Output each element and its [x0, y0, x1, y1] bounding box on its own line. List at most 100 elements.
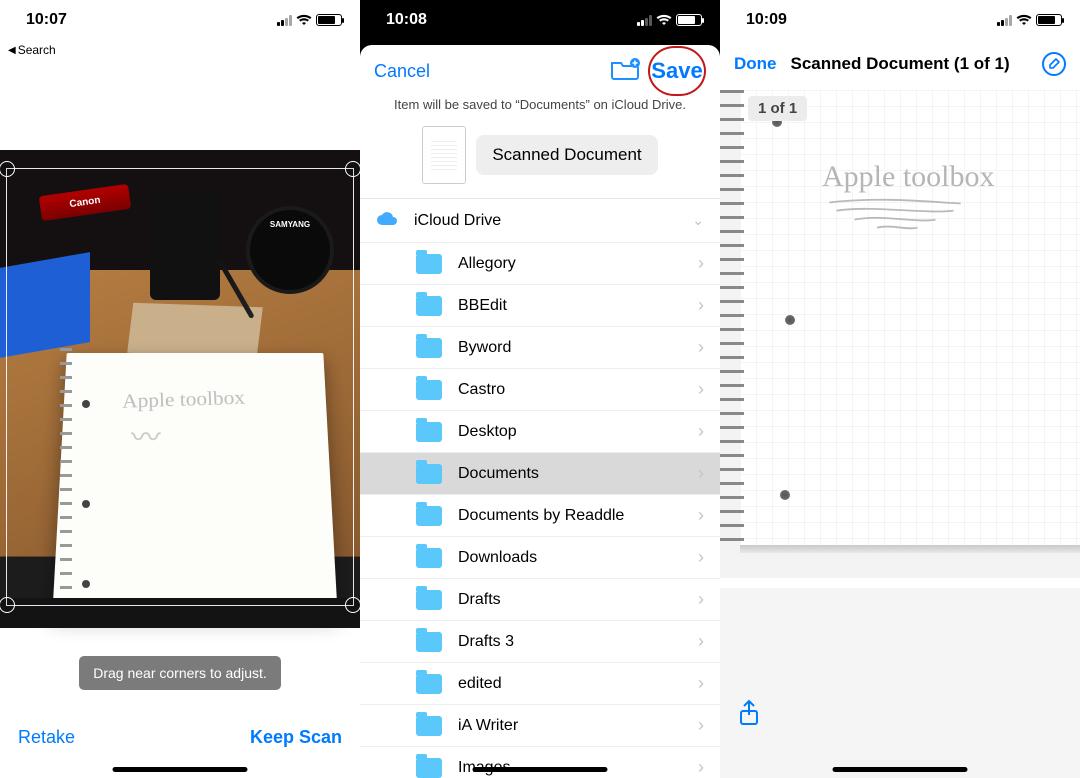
folder-icon [416, 380, 442, 400]
battery-icon [316, 14, 342, 26]
home-indicator[interactable] [833, 767, 968, 772]
crop-handle-tl[interactable] [0, 161, 15, 177]
folder-label: edited [458, 675, 682, 693]
icloud-drive-row[interactable]: iCloud Drive ⌄ [360, 199, 720, 243]
folder-label: Desktop [458, 423, 682, 441]
folder-row[interactable]: Documents by Readdle › [360, 495, 720, 537]
folder-icon [416, 506, 442, 526]
folder-row[interactable]: Downloads › [360, 537, 720, 579]
crop-frame[interactable] [6, 168, 354, 606]
folder-icon [416, 716, 442, 736]
folder-label: Byword [458, 339, 682, 357]
folder-icon [416, 590, 442, 610]
folder-icon [416, 296, 442, 316]
chevron-right-icon: › [698, 295, 704, 316]
chevron-right-icon: › [698, 421, 704, 442]
share-button[interactable] [738, 699, 760, 732]
chevron-right-icon: › [698, 547, 704, 568]
folder-icon [416, 758, 442, 778]
spiral-binding [720, 90, 744, 545]
battery-icon [676, 14, 702, 26]
folder-row[interactable]: Byword › [360, 327, 720, 369]
cellular-icon [637, 15, 652, 26]
chevron-right-icon: › [698, 463, 704, 484]
wifi-icon [296, 14, 312, 26]
page-indicator: 1 of 1 [748, 96, 807, 121]
folder-label: Documents by Readdle [458, 507, 682, 525]
save-location-subtitle: Item will be saved to “Documents” on iCl… [360, 97, 720, 120]
keep-scan-button[interactable]: Keep Scan [250, 727, 342, 748]
folder-label: Drafts [458, 591, 682, 609]
chevron-right-icon: › [698, 337, 704, 358]
folder-label: iA Writer [458, 717, 682, 735]
save-button-highlight: Save [648, 46, 706, 96]
new-folder-icon[interactable] [610, 57, 640, 86]
markup-icon[interactable] [1042, 52, 1066, 76]
crop-handle-tr[interactable] [345, 161, 361, 177]
wifi-icon [656, 14, 672, 26]
folder-row[interactable]: Allegory › [360, 243, 720, 285]
chevron-right-icon: › [698, 715, 704, 736]
icloud-icon [376, 210, 398, 231]
folder-label: BBEdit [458, 297, 682, 315]
folder-label: Documents [458, 465, 682, 483]
folder-row[interactable]: Castro › [360, 369, 720, 411]
scanned-page: Apple toolbox [740, 90, 1080, 545]
folder-row[interactable]: edited › [360, 663, 720, 705]
chevron-right-icon: › [698, 505, 704, 526]
save-button[interactable]: Save [651, 58, 702, 84]
done-button[interactable]: Done [734, 54, 777, 74]
status-icons [997, 14, 1062, 26]
folder-row[interactable]: Images› [360, 747, 720, 778]
home-indicator[interactable] [473, 767, 608, 772]
folder-icon [416, 464, 442, 484]
drive-label: iCloud Drive [414, 212, 676, 230]
chevron-right-icon: › [698, 757, 704, 778]
status-bar: 10:08 [360, 0, 720, 40]
status-bar: 10:07 [0, 0, 360, 40]
wifi-icon [1016, 14, 1032, 26]
retake-button[interactable]: Retake [18, 727, 75, 748]
folder-label: Castro [458, 381, 682, 399]
folder-label: Downloads [458, 549, 682, 567]
folder-icon [416, 254, 442, 274]
cellular-icon [277, 15, 292, 26]
folder-row[interactable]: Drafts › [360, 579, 720, 621]
folder-icon [416, 338, 442, 358]
status-icons [637, 14, 702, 26]
chevron-right-icon: › [698, 589, 704, 610]
folder-row[interactable]: Documents › [360, 453, 720, 495]
folder-icon [416, 422, 442, 442]
chevron-right-icon: › [698, 673, 704, 694]
status-bar: 10:09 [720, 0, 1080, 40]
scanned-document-view[interactable]: Apple toolbox 1 of 1 [720, 90, 1080, 578]
folder-row[interactable]: Desktop › [360, 411, 720, 453]
clock: 10:09 [746, 11, 787, 29]
hint-bubble: Drag near corners to adjust. [79, 656, 281, 690]
back-label: Search [18, 43, 56, 57]
folder-label: Allegory [458, 255, 682, 273]
battery-icon [1036, 14, 1062, 26]
clock: 10:07 [26, 11, 67, 29]
folder-row[interactable]: BBEdit › [360, 285, 720, 327]
folder-icon [416, 674, 442, 694]
status-icons [277, 14, 342, 26]
folder-row[interactable]: iA Writer › [360, 705, 720, 747]
crop-handle-br[interactable] [345, 597, 361, 613]
chevron-right-icon: › [698, 379, 704, 400]
folder-icon [416, 632, 442, 652]
cancel-button[interactable]: Cancel [374, 61, 430, 82]
home-indicator[interactable] [113, 767, 248, 772]
folder-label: Drafts 3 [458, 633, 682, 651]
chevron-right-icon: › [698, 253, 704, 274]
expand-chevron-icon: ⌄ [692, 212, 704, 229]
underline-squiggle [820, 198, 970, 234]
scan-preview[interactable]: Canon SAMYANG Apple toolbox 〰 [0, 150, 360, 628]
cellular-icon [997, 15, 1012, 26]
document-name-field[interactable]: Scanned Document [476, 135, 657, 175]
back-to-search[interactable]: ◀ Search [0, 40, 360, 60]
document-thumbnail [422, 126, 466, 184]
folder-row[interactable]: Drafts 3› [360, 621, 720, 663]
back-chevron-icon: ◀ [8, 45, 16, 56]
document-title: Scanned Document (1 of 1) [791, 54, 1029, 74]
